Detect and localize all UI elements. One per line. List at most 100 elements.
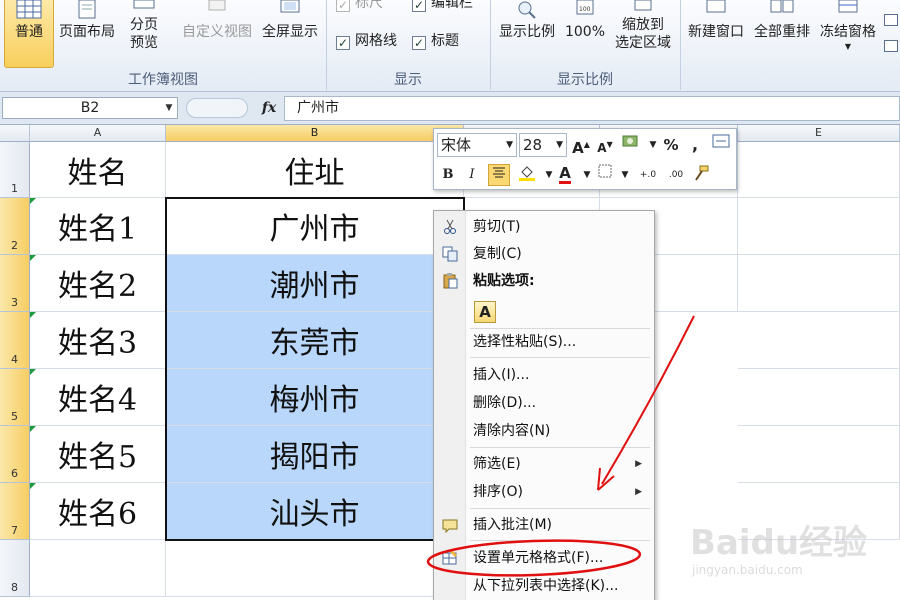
shrink-font-button[interactable]: A▼ [594,134,616,156]
check-icon: ✓ [412,36,426,50]
cell-e3[interactable] [738,255,900,312]
cell-e4[interactable] [738,312,900,369]
menu-item-label: 选择性粘贴(S)... [473,334,577,350]
cell-b2[interactable]: 广州市 [166,198,464,255]
name-box[interactable]: B2 ▼ [2,97,178,119]
percent-style-button[interactable]: % [660,134,682,156]
fill-color-button[interactable] [516,164,538,186]
cell-e2[interactable] [738,198,900,255]
row-header-7[interactable]: 7 [0,483,30,540]
cell-a7[interactable]: 姓名6 [30,483,166,540]
chevron-down-icon[interactable]: ▼ [614,164,636,186]
formula-input[interactable]: 广州市 [284,96,900,121]
merge-center-button[interactable] [710,134,732,156]
headings-checkbox[interactable]: ✓ 标题 [412,30,459,52]
menu-item-sort[interactable]: 排序(O) ▶ [434,479,654,505]
formula-expand-handle[interactable] [186,98,248,118]
cell-b6[interactable]: 揭阳市 [166,426,464,483]
menu-item-label: 插入(I)... [473,367,530,383]
menu-item-format-cells[interactable]: 设置单元格格式(F)... [434,545,654,571]
zoom-group-label: 显示比例 [557,72,613,88]
menu-item-paste-special[interactable]: 选择性粘贴(S)... [434,329,654,355]
grow-font-button[interactable]: A▲ [570,134,592,157]
font-size-combo[interactable]: 28 ▼ [519,133,567,157]
decrease-decimal-button[interactable]: .00 [662,164,690,186]
page-layout-button[interactable]: 页面布局 [56,0,118,68]
menu-item-cut[interactable]: 剪切(T) [434,214,654,240]
menu-item-insert-comment[interactable]: 插入批注(M) [434,512,654,538]
font-name-combo[interactable]: 宋体 ▼ [437,133,517,157]
new-window-button[interactable]: 新建窗口 [684,0,748,68]
row-header-1[interactable]: 1 [0,142,30,198]
cell-a2[interactable]: 姓名1 [30,198,166,255]
cell-b7[interactable]: 汕头市 [166,483,464,540]
fullscreen-button[interactable]: 全屏显示 [258,0,322,68]
cell-b5[interactable]: 梅州市 [166,369,464,426]
center-align-button[interactable] [488,164,510,186]
cell-b1[interactable]: 住址 [166,142,464,198]
row-header-8[interactable]: 8 [0,540,30,597]
shrink-font-label: A [597,141,607,155]
column-header-a[interactable]: A [30,125,166,142]
normal-view-button[interactable]: 普通 [4,0,54,68]
menu-item-clear-contents[interactable]: 清除内容(N) [434,418,654,444]
row-number: 4 [11,353,18,366]
cell-a4[interactable]: 姓名3 [30,312,166,369]
italic-button[interactable]: I [461,164,483,186]
menu-item-copy[interactable]: 复制(C) [434,241,654,267]
insert-function-button[interactable]: fx [258,97,280,119]
page-break-preview-button[interactable]: 分页 预览 [122,0,166,68]
freeze-panes-label: 冻结窗格 [820,24,876,40]
zoom-selection-button[interactable]: 缩放到 选定区域 [610,0,676,68]
select-all-corner[interactable] [0,125,30,142]
menu-item-delete[interactable]: 删除(D)... [434,390,654,416]
row-header-4[interactable]: 4 [0,312,30,369]
cell-a8[interactable] [30,540,166,597]
font-color-button[interactable]: A [554,162,576,184]
formula-bar-label: 编辑栏 [431,0,473,11]
borders-button[interactable] [594,164,616,186]
side-by-side-icon[interactable] [884,40,898,52]
chevron-down-icon[interactable]: ▼ [163,98,175,118]
cell-e6[interactable] [738,426,900,483]
bold-button[interactable]: B [437,164,459,186]
zoom-100-button[interactable]: 100 100% [562,0,608,68]
formula-bar-checkbox[interactable]: ✓ 编辑栏 [412,0,473,14]
row-header-6[interactable]: 6 [0,426,30,483]
zoom-button[interactable]: 显示比例 [494,0,560,68]
menu-item-label: 粘贴选项: [473,273,535,289]
cell-e1[interactable] [738,142,900,198]
cell-b4[interactable]: 东莞市 [166,312,464,369]
fullscreen-icon [280,0,300,13]
normal-view-icon [16,0,42,19]
cell-a3[interactable]: 姓名2 [30,255,166,312]
cell-e5[interactable] [738,369,900,426]
arrange-all-button[interactable]: 全部重排 [750,0,814,68]
menu-item-insert[interactable]: 插入(I)... [434,362,654,388]
column-header-e[interactable]: E [738,125,900,142]
ruler-checkbox[interactable]: ✓ 标尺 [336,0,383,14]
column-header-b[interactable]: B [166,125,464,142]
menu-item-pick-from-list[interactable]: 从下拉列表中选择(K)... [434,573,654,599]
freeze-panes-button[interactable]: 冻结窗格 ▼ [816,0,880,68]
custom-view-button[interactable]: 自定义视图 [178,0,256,68]
row-header-2[interactable]: 2 [0,198,30,255]
cell-b3[interactable]: 潮州市 [166,255,464,312]
split-window-icon[interactable] [884,14,898,26]
page-break-preview-label-2: 预览 [130,35,158,51]
cell-a1[interactable]: 姓名 [30,142,166,198]
cell-a6[interactable]: 姓名5 [30,426,166,483]
row-header-3[interactable]: 3 [0,255,30,312]
menu-item-filter[interactable]: 筛选(E) ▶ [434,451,654,477]
cell-a5[interactable]: 姓名4 [30,369,166,426]
accounting-format-button[interactable] [620,134,642,156]
increase-decimal-button[interactable]: +.0 [634,164,662,186]
row-header-5[interactable]: 5 [0,369,30,426]
comma-style-button[interactable]: , [684,134,706,156]
paste-values-button[interactable]: A [474,301,496,323]
mini-toolbar: 宋体 ▼ 28 ▼ A▲ A▼ ▼ % , B I ▼ A ▼ ▼ +.0 .0… [433,128,737,190]
zoom-selection-label-1: 缩放到 [622,17,664,33]
format-painter-button[interactable] [690,164,712,186]
gridlines-checkbox[interactable]: ✓ 网格线 [336,30,397,52]
cell-b8[interactable] [166,540,464,597]
